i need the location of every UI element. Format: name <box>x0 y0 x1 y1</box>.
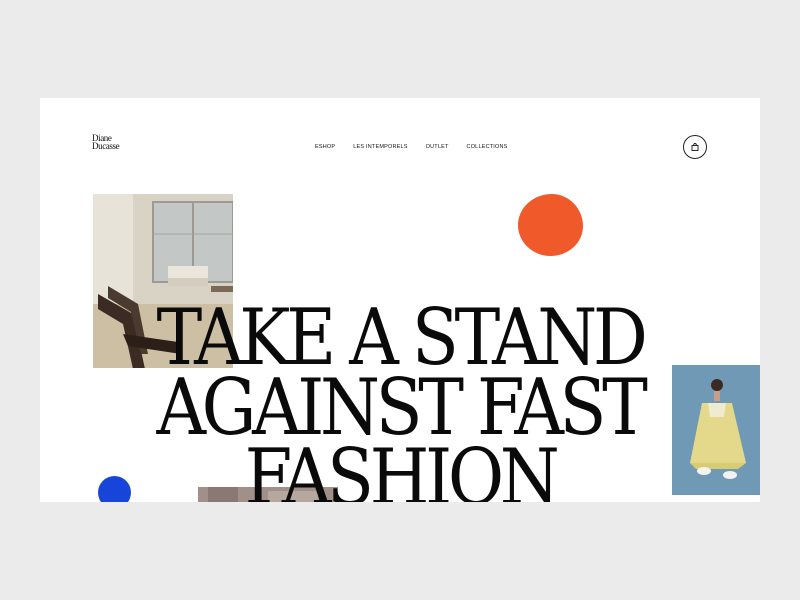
cart-button[interactable] <box>683 135 707 159</box>
page-frame: Diane Ducasse ESHOP LES INTEMPORELS OUTL… <box>40 98 760 502</box>
image-model-yellow-dress <box>672 365 760 495</box>
main-nav: ESHOP LES INTEMPORELS OUTLET COLLECTIONS <box>315 144 526 150</box>
nav-item-eshop[interactable]: ESHOP <box>315 144 335 150</box>
nav-item-collections[interactable]: COLLECTIONS <box>467 144 508 150</box>
hero-headline: TAKE A STAND AGAINST FAST FASHION <box>156 293 648 502</box>
brand-logo-line2: Ducasse <box>92 141 120 151</box>
nav-item-les-intemporels[interactable]: LES INTEMPORELS <box>353 144 407 150</box>
blue-dot <box>98 476 131 502</box>
nav-item-outlet[interactable]: OUTLET <box>426 144 449 150</box>
orange-blob <box>518 194 583 256</box>
brand-logo[interactable]: Diane Ducasse <box>92 134 120 151</box>
bag-icon <box>691 143 699 151</box>
